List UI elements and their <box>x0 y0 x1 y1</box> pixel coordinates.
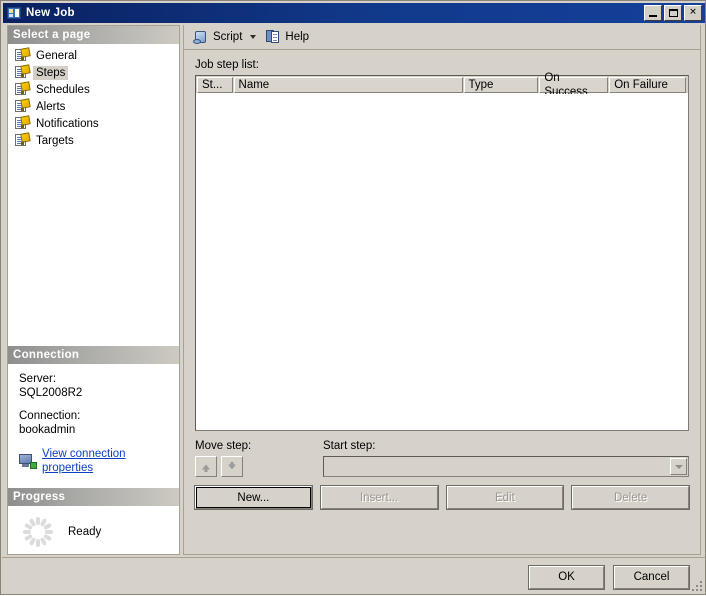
page-icon <box>14 115 31 131</box>
grid-header-row: St... Name Type On Success On Failure <box>196 72 688 98</box>
ok-button[interactable]: OK <box>528 564 605 590</box>
job-steps-body: Job step list: St... Name Type On Success On… <box>184 50 700 510</box>
script-button[interactable]: Script <box>190 27 245 47</box>
sidebar-item-alerts[interactable]: Alerts <box>14 98 179 115</box>
resize-grip[interactable] <box>690 579 702 591</box>
grid-column-header[interactable]: Type <box>463 77 539 93</box>
start-step-label: Start step: <box>323 440 376 452</box>
sidebar-item-general[interactable]: General <box>14 47 179 64</box>
new-step-button[interactable]: New... <box>194 485 313 510</box>
move-step-group: Move step: <box>195 440 323 477</box>
cancel-button[interactable]: Cancel <box>613 564 690 590</box>
move-step-label: Move step: <box>195 440 252 452</box>
dialog-footer: OK Cancel <box>1 558 706 596</box>
select-a-page-header: Select a page <box>8 26 179 44</box>
progress-header: Progress <box>8 488 179 506</box>
page-icon <box>14 132 31 148</box>
sidebar-panel: Select a page General Steps Schedules Alert… <box>7 25 180 555</box>
sidebar-item-label: Alerts <box>36 100 66 113</box>
progress-spinner-icon <box>22 516 54 548</box>
minimize-button[interactable] <box>644 5 662 21</box>
edit-step-button: Edit <box>445 485 565 510</box>
help-label: Help <box>285 31 310 43</box>
job-step-list-label: Job step list: <box>195 59 259 71</box>
move-step-down-button[interactable] <box>221 456 243 477</box>
start-step-group: Start step: <box>323 440 689 477</box>
connection-label: Connection: <box>19 410 81 422</box>
content-panel: Script Help Job step list: St... Name Type… <box>183 25 701 555</box>
insert-step-button: Insert... <box>319 485 439 510</box>
view-connection-properties-link[interactable]: View connection properties <box>42 447 179 475</box>
maximize-button[interactable] <box>664 5 682 21</box>
step-controls-row: Move step: Start step: <box>195 440 689 477</box>
window-controls: ✕ <box>644 5 702 21</box>
grid-column-header[interactable]: Name <box>233 77 463 93</box>
view-connection-properties-row[interactable]: View connection properties <box>19 447 179 475</box>
delete-step-button: Delete <box>571 485 690 510</box>
progress-body: Ready <box>8 506 179 548</box>
page-icon <box>14 98 31 114</box>
page-icon <box>14 47 31 63</box>
job-step-list-grid[interactable]: St... Name Type On Success On Failure <box>195 72 689 431</box>
window-title: New Job <box>26 7 75 19</box>
connection-value: bookadmin <box>19 424 76 436</box>
sidebar-item-label: Steps <box>33 65 69 80</box>
server-label: Server: <box>19 373 57 385</box>
script-label: Script <box>213 31 243 43</box>
help-button[interactable]: Help <box>262 27 312 47</box>
step-action-buttons: New... Insert... Edit Delete <box>194 485 690 510</box>
start-step-value <box>324 457 669 476</box>
close-button[interactable]: ✕ <box>684 5 702 21</box>
sidebar-item-targets[interactable]: Targets <box>14 132 179 149</box>
toolbar: Script Help <box>184 25 700 50</box>
move-step-up-button[interactable] <box>195 456 217 477</box>
title-bar: New Job ✕ <box>3 3 705 23</box>
sidebar-item-notifications[interactable]: Notifications <box>14 115 179 132</box>
sidebar-item-steps[interactable]: Steps <box>14 64 179 81</box>
sidebar-item-label: Notifications <box>36 117 99 130</box>
connection-header: Connection <box>8 346 179 364</box>
connection-body: Server: SQL2008R2 Connection: bookadmin … <box>8 364 179 475</box>
network-computer-icon <box>19 453 37 469</box>
grid-column-header[interactable]: St... <box>197 77 233 93</box>
progress-status: Ready <box>68 526 102 538</box>
page-tree: General Steps Schedules Alerts Notifications… <box>8 44 179 149</box>
chevron-down-icon[interactable] <box>250 35 257 39</box>
page-icon <box>14 81 31 97</box>
grid-body[interactable] <box>197 94 687 429</box>
help-icon <box>265 29 281 45</box>
page-icon <box>14 64 31 80</box>
sidebar-item-label: Targets <box>36 134 74 147</box>
start-step-combobox[interactable] <box>323 456 689 477</box>
start-step-dropdown-arrow-icon[interactable] <box>670 458 687 475</box>
server-value: SQL2008R2 <box>19 387 83 399</box>
sidebar-item-schedules[interactable]: Schedules <box>14 81 179 98</box>
sidebar-item-label: General <box>36 49 77 62</box>
grid-column-header[interactable]: On Failure <box>609 77 686 93</box>
job-window-icon <box>6 6 22 20</box>
grid-column-header[interactable]: On Success <box>539 72 609 98</box>
new-job-dialog: New Job ✕ Select a page General Steps Sche… <box>0 0 706 595</box>
move-step-buttons <box>195 456 323 477</box>
sidebar-item-label: Schedules <box>36 83 90 96</box>
script-icon <box>193 29 209 45</box>
